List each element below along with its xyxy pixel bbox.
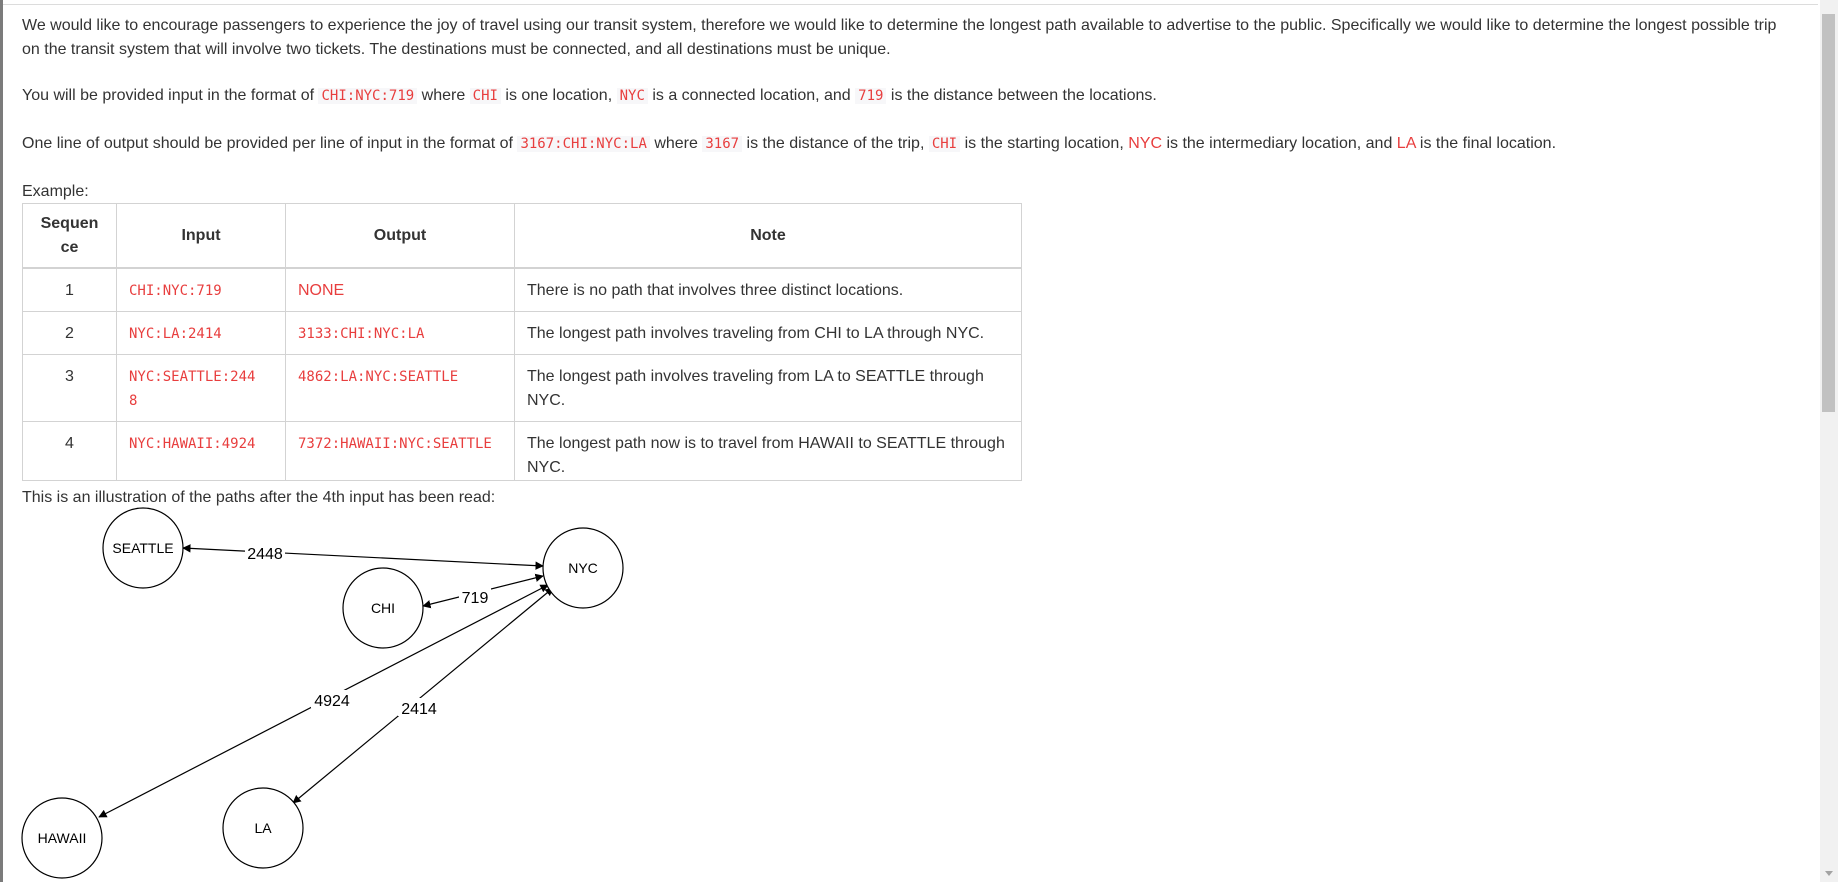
edge-label: 2448 (247, 546, 283, 563)
edge-seattle-nyc (182, 544, 544, 570)
node-label: SEATTLE (112, 540, 173, 556)
node-label: HAWAII (38, 830, 87, 846)
path-diagram: 2448 719 4924 2414 SEATTLE NYC CHI HAWAI… (21, 507, 624, 879)
node-label: CHI (371, 600, 395, 616)
node-label: LA (254, 820, 272, 836)
node-label: NYC (568, 560, 598, 576)
scrollbar-thumb[interactable] (1822, 14, 1835, 412)
edge-label: 4924 (314, 693, 350, 710)
vertical-scrollbar[interactable] (1820, 0, 1838, 882)
edge-label: 2414 (401, 701, 437, 718)
scroll-down-arrow-icon[interactable] (1820, 864, 1838, 882)
edge-label: 719 (462, 590, 489, 607)
